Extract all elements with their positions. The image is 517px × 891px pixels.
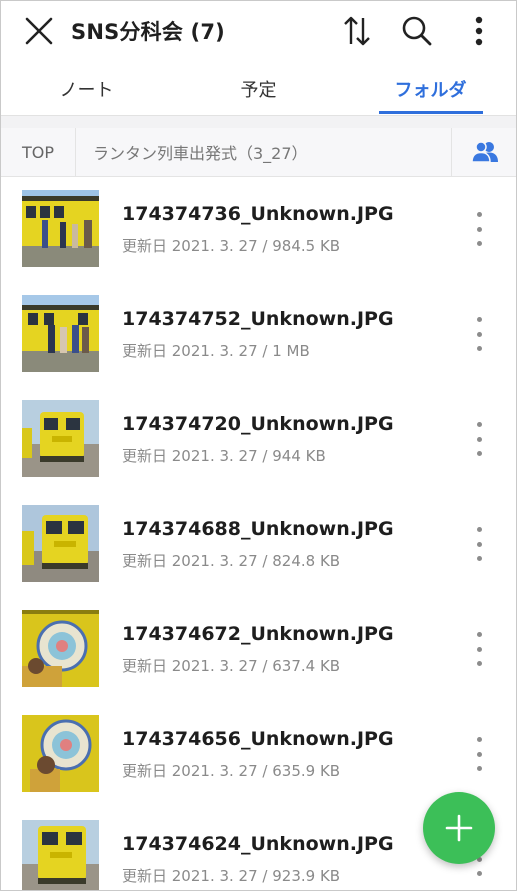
file-meta: 更新日 2021. 3. 27 / 923.9 KB xyxy=(122,867,341,885)
tab-schedule[interactable]: 予定 xyxy=(201,63,316,115)
tab-bar: ノート 予定 フォルダ xyxy=(1,63,516,116)
file-meta: 更新日 2021. 3. 27 / 944 KB xyxy=(122,447,326,465)
file-more-button[interactable] xyxy=(467,632,491,666)
file-thumbnail xyxy=(22,715,99,792)
file-name: 174374656_Unknown.JPG xyxy=(122,728,394,750)
add-file-button[interactable] xyxy=(423,792,495,864)
file-list: 174374736_Unknown.JPG 更新日 2021. 3. 27 / … xyxy=(1,177,516,890)
file-thumbnail xyxy=(22,820,99,890)
breadcrumb: TOP ランタン列車出発式（3_27） xyxy=(1,128,516,177)
sort-button[interactable] xyxy=(339,13,375,49)
active-tab-indicator xyxy=(379,111,483,114)
file-name: 174374624_Unknown.JPG xyxy=(122,833,394,855)
file-thumbnail xyxy=(22,505,99,582)
file-meta: 更新日 2021. 3. 27 / 635.9 KB xyxy=(122,762,341,780)
file-more-button[interactable] xyxy=(467,737,491,771)
file-name: 174374672_Unknown.JPG xyxy=(122,623,394,645)
file-thumbnail xyxy=(22,295,99,372)
file-row[interactable]: 174374720_Unknown.JPG 更新日 2021. 3. 27 / … xyxy=(1,387,516,492)
more-vertical-icon xyxy=(475,16,483,46)
tab-note[interactable]: ノート xyxy=(29,63,144,115)
file-meta: 更新日 2021. 3. 27 / 984.5 KB xyxy=(122,237,341,255)
file-more-button[interactable] xyxy=(467,527,491,561)
file-meta: 更新日 2021. 3. 27 / 1 MB xyxy=(122,342,310,360)
file-meta: 更新日 2021. 3. 27 / 637.4 KB xyxy=(122,657,341,675)
file-more-button[interactable] xyxy=(467,422,491,456)
folder-members-button[interactable] xyxy=(451,128,516,176)
close-button[interactable] xyxy=(23,15,55,47)
page-title: SNS分科会 (7) xyxy=(71,20,225,44)
members-icon xyxy=(470,141,498,163)
file-name: 174374720_Unknown.JPG xyxy=(122,413,394,435)
header: SNS分科会 (7) xyxy=(1,1,516,61)
file-name: 174374688_Unknown.JPG xyxy=(122,518,394,540)
file-thumbnail xyxy=(22,190,99,267)
file-thumbnail xyxy=(22,610,99,687)
file-meta: 更新日 2021. 3. 27 / 824.8 KB xyxy=(122,552,341,570)
file-more-button[interactable] xyxy=(467,212,491,246)
breadcrumb-top[interactable]: TOP xyxy=(1,128,76,176)
file-row[interactable]: 174374672_Unknown.JPG 更新日 2021. 3. 27 / … xyxy=(1,597,516,702)
file-more-button[interactable] xyxy=(467,317,491,351)
breadcrumb-current-folder: ランタン列車出発式（3_27） xyxy=(93,144,308,163)
file-name: 174374736_Unknown.JPG xyxy=(122,203,394,225)
close-icon xyxy=(25,17,53,45)
app-frame: SNS分科会 (7) ノート 予定 フォルダ TOP ランタン列車出発式（3_2… xyxy=(0,0,517,891)
file-row[interactable]: 174374656_Unknown.JPG 更新日 2021. 3. 27 / … xyxy=(1,702,516,807)
tab-folder[interactable]: フォルダ xyxy=(373,63,488,115)
file-thumbnail xyxy=(22,400,99,477)
file-row[interactable]: 174374752_Unknown.JPG 更新日 2021. 3. 27 / … xyxy=(1,282,516,387)
search-icon xyxy=(402,16,432,46)
sort-icon xyxy=(344,16,370,46)
file-row[interactable]: 174374688_Unknown.JPG 更新日 2021. 3. 27 / … xyxy=(1,492,516,597)
section-divider xyxy=(1,116,516,128)
file-name: 174374752_Unknown.JPG xyxy=(122,308,394,330)
file-row[interactable]: 174374736_Unknown.JPG 更新日 2021. 3. 27 / … xyxy=(1,177,516,282)
plus-icon xyxy=(445,814,473,842)
more-menu-button[interactable] xyxy=(461,13,497,49)
search-button[interactable] xyxy=(399,13,435,49)
